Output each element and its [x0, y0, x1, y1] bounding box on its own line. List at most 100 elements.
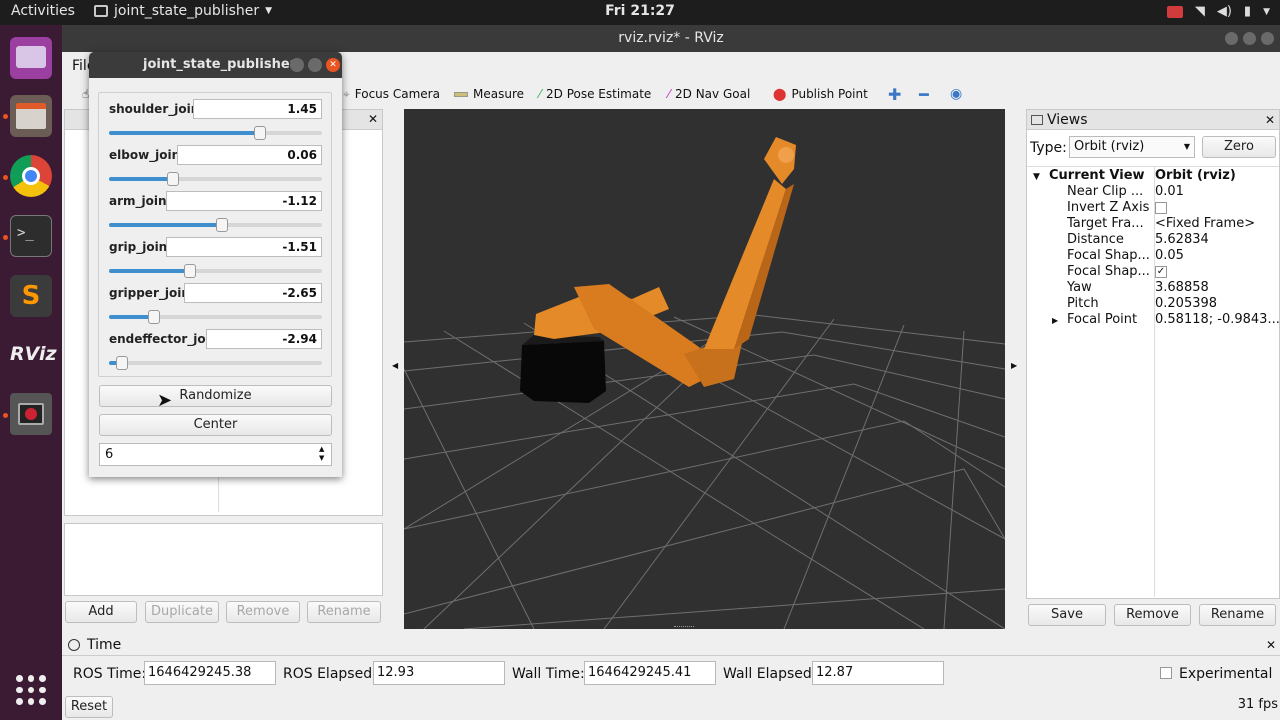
- joint-slider[interactable]: [109, 218, 322, 232]
- joint-slider[interactable]: [109, 264, 322, 278]
- nav-goal-button[interactable]: ⁄ 2D Nav Goal: [668, 84, 750, 104]
- ruler-icon: [454, 91, 468, 97]
- time-header: Time ✕: [62, 634, 1280, 656]
- activities-button[interactable]: Activities: [11, 3, 75, 19]
- green-arrow-icon: ⁄: [539, 87, 542, 101]
- prop-key: Invert Z Axis: [1067, 200, 1150, 215]
- prop-value[interactable]: 0.05: [1155, 248, 1184, 264]
- power-menu-icon: ▼: [1263, 6, 1270, 17]
- wall-time-field[interactable]: 1646429245.41: [584, 661, 716, 685]
- battery-icon: ▮: [1243, 4, 1252, 19]
- remove-view-button[interactable]: Remove: [1114, 604, 1191, 626]
- prop-value[interactable]: <Fixed Frame>: [1155, 216, 1255, 232]
- slider-handle[interactable]: [215, 218, 228, 232]
- slider-handle[interactable]: [147, 310, 160, 324]
- close-icon[interactable]: ✕: [1266, 634, 1276, 656]
- window-titlebar[interactable]: rviz.rviz* - RViz: [62, 25, 1280, 52]
- view-type-select[interactable]: Orbit (rviz) ▼: [1069, 136, 1195, 158]
- scene[interactable]: [404, 109, 1005, 629]
- video-app-icon[interactable]: [10, 37, 52, 79]
- joint-slider[interactable]: [109, 356, 322, 370]
- joint-slider[interactable]: [109, 310, 322, 324]
- remove-display-button[interactable]: Remove: [226, 601, 300, 623]
- joint-value-field[interactable]: -2.94: [206, 329, 322, 349]
- slider-handle[interactable]: [166, 172, 179, 186]
- fps-label: 31 fps: [1237, 697, 1278, 712]
- app-menu[interactable]: joint_state_publisher ▼: [94, 3, 272, 19]
- current-view-value: Orbit (rviz): [1155, 168, 1236, 183]
- joint-value-field[interactable]: -1.12: [166, 191, 322, 211]
- slider-handle[interactable]: [183, 264, 196, 278]
- rename-view-button[interactable]: Rename: [1199, 604, 1276, 626]
- right-panel-toggle[interactable]: ▶: [1007, 109, 1023, 629]
- chrome-icon[interactable]: [10, 155, 52, 197]
- focal-shape-checkbox[interactable]: ✓: [1155, 266, 1167, 278]
- joint-value-field[interactable]: 1.45: [193, 99, 322, 119]
- prop-value[interactable]: 0.58118; -0.9843...: [1155, 312, 1280, 328]
- minimize-icon[interactable]: [290, 58, 304, 72]
- experimental-label: Experimental: [1179, 666, 1273, 682]
- window-icon: [94, 5, 108, 17]
- save-view-button[interactable]: Save: [1028, 604, 1106, 626]
- publish-point-button[interactable]: ⬤ Publish Point: [773, 84, 868, 104]
- show-applications-icon[interactable]: [16, 675, 46, 705]
- minimize-icon[interactable]: [1225, 32, 1238, 45]
- joint-slider[interactable]: [109, 126, 322, 140]
- spin-arrows-icon[interactable]: ▲ ▼: [319, 445, 329, 463]
- left-panel-toggle[interactable]: ◀: [388, 109, 402, 629]
- joint-state-gui-icon[interactable]: [10, 393, 52, 435]
- measure-button[interactable]: Measure: [454, 84, 524, 104]
- system-tray[interactable]: ◥ ◀) ▮ ▼: [1166, 4, 1270, 19]
- joint-slider[interactable]: [109, 172, 322, 186]
- joint-value-field[interactable]: 0.06: [177, 145, 322, 165]
- wall-elapsed-field[interactable]: 12.87: [812, 661, 944, 685]
- prop-value[interactable]: 5.62834: [1155, 232, 1209, 248]
- expand-arrow-icon[interactable]: ▶: [1052, 313, 1058, 329]
- joint-name: shoulder_joint: [109, 102, 205, 116]
- add-display-button[interactable]: Add: [65, 601, 137, 623]
- focus-camera-button[interactable]: ⌖ Focus Camera: [343, 84, 440, 104]
- terminal-icon[interactable]: >_: [10, 215, 52, 257]
- randomize-button[interactable]: Randomize: [99, 385, 332, 407]
- expand-arrow-icon[interactable]: ▼: [1033, 169, 1040, 185]
- jsp-titlebar[interactable]: joint_state_publisher ✕: [89, 52, 342, 78]
- remove-tool-icon[interactable]: ━: [919, 84, 929, 104]
- measure-label: Measure: [473, 87, 524, 101]
- zero-button[interactable]: Zero: [1202, 136, 1276, 158]
- prop-value[interactable]: 3.68858: [1155, 280, 1209, 296]
- views-header: Views ✕: [1027, 110, 1279, 130]
- duplicate-display-button[interactable]: Duplicate: [145, 601, 219, 623]
- close-icon[interactable]: ✕: [326, 58, 340, 72]
- prop-key: Near Clip ...: [1067, 184, 1144, 199]
- tool-properties-icon[interactable]: ◉: [950, 84, 962, 104]
- maximize-icon[interactable]: [308, 58, 322, 72]
- views-title: Views: [1047, 112, 1088, 128]
- close-icon[interactable]: ✕: [368, 112, 378, 126]
- pose-estimate-button[interactable]: ⁄ 2D Pose Estimate: [539, 84, 651, 104]
- reset-button[interactable]: Reset: [65, 696, 113, 718]
- invert-z-checkbox[interactable]: [1155, 202, 1167, 214]
- slider-handle[interactable]: [254, 126, 267, 140]
- experimental-checkbox[interactable]: [1160, 667, 1172, 679]
- slider-handle[interactable]: [115, 356, 128, 370]
- close-icon[interactable]: [1261, 32, 1274, 45]
- prop-key: Focal Shap...: [1067, 248, 1150, 263]
- maximize-icon[interactable]: [1243, 32, 1256, 45]
- ros-elapsed-field[interactable]: 12.93: [373, 661, 505, 685]
- joint-value-field[interactable]: -2.65: [184, 283, 322, 303]
- ros-time-field[interactable]: 1646429245.38: [144, 661, 276, 685]
- close-icon[interactable]: ✕: [1265, 110, 1275, 130]
- 3d-viewport[interactable]: [404, 109, 1005, 629]
- resize-grip[interactable]: [674, 626, 694, 629]
- files-icon[interactable]: [10, 95, 52, 137]
- prop-value[interactable]: 0.205398: [1155, 296, 1217, 312]
- rename-display-button[interactable]: Rename: [307, 601, 381, 623]
- sublime-text-icon[interactable]: S: [10, 275, 52, 317]
- count-spinbox[interactable]: 6 ▲ ▼: [99, 443, 332, 466]
- prop-value[interactable]: 0.01: [1155, 184, 1184, 200]
- rviz-icon[interactable]: RViz: [10, 333, 57, 375]
- joint-value-field[interactable]: -1.51: [166, 237, 322, 257]
- add-tool-icon[interactable]: ✚: [888, 84, 901, 104]
- display-description: [64, 523, 383, 596]
- center-button[interactable]: Center: [99, 414, 332, 436]
